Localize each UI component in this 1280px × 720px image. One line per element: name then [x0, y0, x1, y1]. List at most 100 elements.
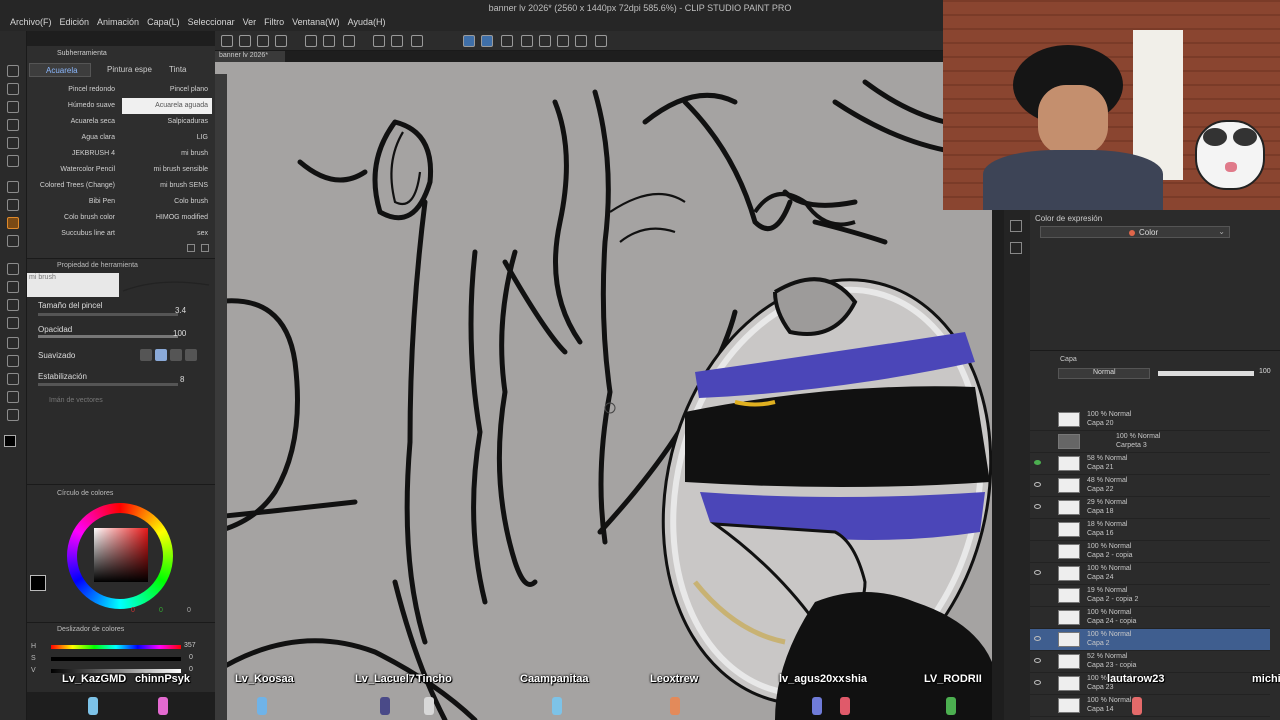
- add-subtool-icon[interactable]: [187, 244, 195, 252]
- expression-select[interactable]: Color ⌄: [1040, 226, 1230, 238]
- grid-snap-icon[interactable]: [501, 35, 513, 47]
- airbrush-icon[interactable]: [7, 235, 19, 247]
- export-icon[interactable]: [275, 35, 287, 47]
- brush-item[interactable]: Pincel redondo: [29, 82, 117, 98]
- brush-item[interactable]: Acuarela seca: [29, 114, 117, 130]
- layer-row[interactable]: 19 % Normal Capa 2 - copia 2: [1030, 585, 1270, 607]
- opacity-value[interactable]: 100: [173, 329, 186, 338]
- saturation-slider[interactable]: [51, 657, 181, 661]
- layer-tab[interactable]: Capa: [1060, 356, 1077, 363]
- zoom-icon[interactable]: [7, 65, 19, 77]
- main-color-chip[interactable]: [30, 575, 46, 591]
- lasso-icon[interactable]: [7, 137, 19, 149]
- menu-animacion[interactable]: Animación: [95, 15, 145, 31]
- pencil-icon[interactable]: [7, 199, 19, 211]
- layer-row-selected[interactable]: 100 % Normal Capa 2: [1030, 629, 1270, 651]
- brush-item[interactable]: Salpicaduras: [122, 114, 212, 130]
- blend-icon[interactable]: [7, 281, 19, 293]
- main-color-swatch[interactable]: [4, 435, 16, 447]
- pen-icon[interactable]: [7, 181, 19, 193]
- size-value[interactable]: 3.4: [175, 306, 186, 315]
- undo-icon[interactable]: [305, 35, 317, 47]
- move-tool-icon[interactable]: [7, 83, 19, 95]
- new-icon[interactable]: [221, 35, 233, 47]
- crop-icon[interactable]: [391, 35, 403, 47]
- settings-icon[interactable]: [595, 35, 607, 47]
- layer-row[interactable]: 100 % Normal Capa 24 - copia: [1030, 607, 1270, 629]
- blend-mode-select[interactable]: Normal: [1058, 368, 1150, 379]
- brush-item[interactable]: Colo brush: [122, 194, 212, 210]
- tab-acuarela[interactable]: Acuarela: [29, 63, 91, 77]
- transform-icon[interactable]: [373, 35, 385, 47]
- brush-item[interactable]: LIG: [122, 130, 212, 146]
- stabilization-slider[interactable]: [38, 383, 178, 386]
- layer-row[interactable]: 48 % Normal Capa 22: [1030, 475, 1270, 497]
- layer-row[interactable]: 100 % Normal Capa 20: [1030, 409, 1270, 431]
- opacity-slider[interactable]: [38, 335, 178, 338]
- open-icon[interactable]: [239, 35, 251, 47]
- layer-row[interactable]: 18 % Normal Capa 16: [1030, 519, 1270, 541]
- menu-capa[interactable]: Capa(L): [145, 15, 186, 31]
- correct-line-icon[interactable]: [7, 409, 19, 421]
- redo-icon[interactable]: [323, 35, 335, 47]
- menu-ayuda[interactable]: Ayuda(H): [346, 15, 392, 31]
- gradient-icon[interactable]: [7, 317, 19, 329]
- clear-icon[interactable]: [343, 35, 355, 47]
- delete-subtool-icon[interactable]: [201, 244, 209, 252]
- brush-item[interactable]: Húmedo suave: [29, 98, 117, 114]
- brush-item[interactable]: mi brush sensible: [122, 162, 212, 178]
- tab-pintura-espe[interactable]: Pintura espe: [93, 63, 155, 77]
- brush-item[interactable]: sex: [122, 226, 212, 242]
- menu-ventana[interactable]: Ventana(W): [290, 15, 346, 31]
- brush-item-selected[interactable]: Acuarela aguada: [122, 98, 212, 114]
- fill-icon[interactable]: [7, 299, 19, 311]
- layer-row[interactable]: 100 % Normal Carpeta 3: [1030, 431, 1270, 453]
- layer-row[interactable]: 52 % Normal Capa 23 - copia: [1030, 651, 1270, 673]
- text-icon[interactable]: [7, 373, 19, 385]
- document-tab[interactable]: banner lv 2026*: [215, 51, 285, 62]
- navigator-icon[interactable]: [1010, 220, 1022, 232]
- layer-row[interactable]: 100 % Normal Capa 2 - copia: [1030, 541, 1270, 563]
- rotate-icon[interactable]: [521, 35, 533, 47]
- eyedropper-icon[interactable]: [7, 155, 19, 167]
- special-ruler-snap-icon[interactable]: [481, 35, 493, 47]
- save-icon[interactable]: [257, 35, 269, 47]
- brush-item[interactable]: mi brush: [122, 146, 212, 162]
- figure-icon[interactable]: [7, 337, 19, 349]
- layer-row[interactable]: 100 % Normal Capa 24: [1030, 563, 1270, 585]
- menu-filtro[interactable]: Filtro: [262, 15, 290, 31]
- brush-item[interactable]: JEKBRUSH 4: [29, 146, 117, 162]
- balloon-icon[interactable]: [7, 391, 19, 403]
- brush-item[interactable]: Agua clara: [29, 130, 117, 146]
- brush-item[interactable]: Succubus line art: [29, 226, 117, 242]
- ruler-snap-icon[interactable]: [463, 35, 475, 47]
- menu-seleccionar[interactable]: Seleccionar: [186, 15, 241, 31]
- flip-icon[interactable]: [539, 35, 551, 47]
- stabilization-value[interactable]: 8: [180, 375, 184, 384]
- layer-row[interactable]: 58 % Normal Capa 21: [1030, 453, 1270, 475]
- drawing-canvas[interactable]: [215, 62, 992, 720]
- layer-opacity-slider[interactable]: [1158, 371, 1254, 376]
- brush-item[interactable]: Watercolor Pencil: [29, 162, 117, 178]
- brush-item[interactable]: Colo brush color: [29, 210, 117, 226]
- selection-icon[interactable]: [7, 119, 19, 131]
- brush-item[interactable]: Pincel plano: [122, 82, 212, 98]
- saturation-value-square[interactable]: [94, 528, 148, 582]
- fit-icon[interactable]: [557, 35, 569, 47]
- select-all-icon[interactable]: [411, 35, 423, 47]
- hue-slider[interactable]: [51, 645, 181, 649]
- brush-item[interactable]: mi brush SENS: [122, 178, 212, 194]
- layer-row[interactable]: 100 % Normal Capa 14: [1030, 695, 1270, 717]
- layer-row[interactable]: 29 % Normal Capa 18: [1030, 497, 1270, 519]
- eraser-icon[interactable]: [7, 263, 19, 275]
- brush-icon[interactable]: [7, 217, 19, 229]
- brush-item[interactable]: Bibi Pen: [29, 194, 117, 210]
- tab-tinta[interactable]: Tinta: [157, 63, 207, 77]
- move-icon[interactable]: [575, 35, 587, 47]
- size-slider[interactable]: [38, 313, 178, 316]
- smoothing-options[interactable]: [140, 349, 202, 361]
- menu-ver[interactable]: Ver: [241, 15, 263, 31]
- operation-icon[interactable]: [7, 101, 19, 113]
- properties-icon[interactable]: [1010, 242, 1022, 254]
- frame-icon[interactable]: [7, 355, 19, 367]
